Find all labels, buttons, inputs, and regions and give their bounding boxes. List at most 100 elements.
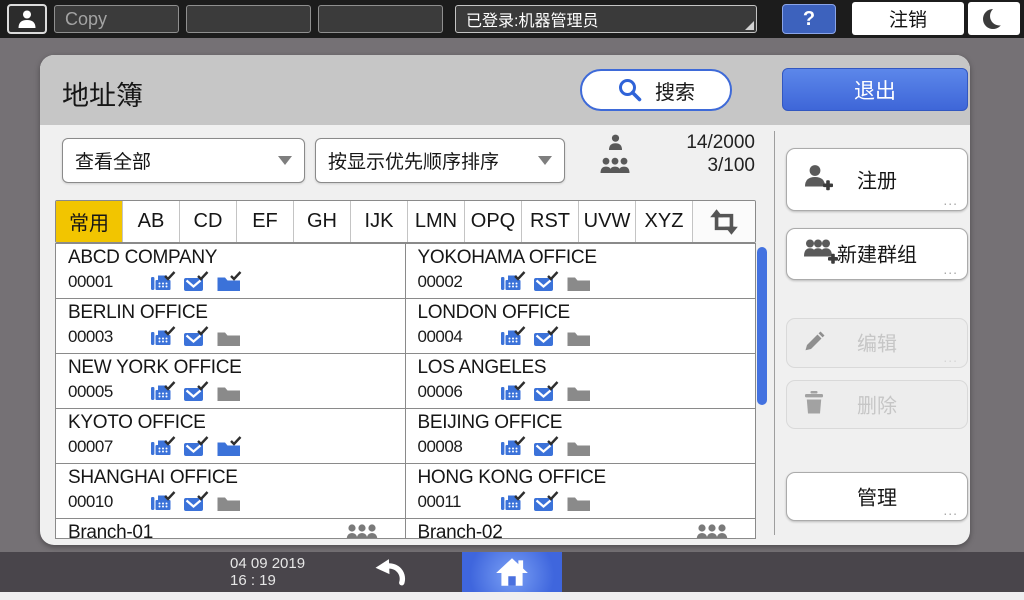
email-icon [184,436,209,456]
fax-icon [151,436,176,455]
user-count: 14/2000 [686,131,755,153]
letter-tab[interactable]: EF [236,201,293,242]
sort-order-dropdown[interactable]: 按显示优先顺序排序 [315,138,565,183]
contact-list-item[interactable]: YOKOHAMA OFFICE 00002 [405,244,755,299]
page-title: 地址簿 [62,81,143,111]
letter-tab[interactable]: RST [521,201,578,242]
contact-name: SHANGHAI OFFICE [68,467,238,488]
folder-icon [567,442,590,456]
vertical-divider [774,131,775,535]
datetime-display: 04 09 2019 16 : 19 [230,555,305,589]
folder-icon [567,332,590,346]
function-key-2[interactable] [186,5,311,33]
new-group-button[interactable]: 新建群组 ... [786,228,968,280]
fax-icon [151,271,176,290]
email-icon [184,326,209,346]
search-button[interactable]: 搜索 [580,69,732,111]
letter-tab[interactable]: CD [179,201,236,242]
back-button[interactable] [352,552,428,592]
contact-list-item[interactable]: LONDON OFFICE 00004 [405,299,755,354]
contact-list-item[interactable]: KYOTO OFFICE 00007 [56,409,406,464]
contact-id: 00008 [417,437,463,456]
contact-name: LONDON OFFICE [417,302,571,323]
letter-tab[interactable]: LMN [407,201,464,242]
letter-tab[interactable]: UVW [578,201,635,242]
switch-order-button[interactable] [692,201,755,242]
group-badge-icon [346,524,377,538]
scrollbar-thumb[interactable] [757,247,767,405]
contact-list-item[interactable]: ABCD COMPANY 00001 [56,244,406,299]
register-label: 注册 [857,169,897,192]
manage-button[interactable]: 管理 ... [786,472,968,521]
folder-icon [217,436,242,456]
group-count: 3/100 [707,154,755,176]
function-key-copy[interactable]: Copy [54,5,179,33]
search-label: 搜索 [655,81,695,104]
email-icon [184,381,209,401]
view-filter-dropdown[interactable]: 查看全部 [62,138,305,183]
contact-id: 00003 [68,327,113,346]
contact-name: BERLIN OFFICE [68,302,208,323]
user-login-button[interactable] [7,4,47,34]
screen-bezel-strip [0,592,1024,600]
switch-order-icon [710,208,738,235]
contact-list-item[interactable]: HONG KONG OFFICE 00011 [405,464,755,519]
folder-icon [217,271,242,291]
more-marker: ... [943,349,958,365]
contact-list-item[interactable]: BERLIN OFFICE 00003 [56,299,406,354]
letter-tab[interactable]: AB [122,201,179,242]
contact-list-item[interactable]: SHANGHAI OFFICE 00010 [56,464,406,519]
help-button[interactable]: ? [782,4,836,34]
contact-name: KYOTO OFFICE [68,412,206,433]
contact-sub: 00003 [68,326,395,348]
fax-icon [151,491,176,510]
fax-icon [500,436,525,455]
email-icon [533,436,558,456]
contact-list-item[interactable]: BEIJING OFFICE 00008 [405,409,755,464]
contact-sub: 00005 [68,381,395,403]
contact-list-item[interactable]: Branch-02 [406,519,756,538]
energy-saver-button[interactable] [968,2,1020,35]
email-icon [184,491,209,511]
home-button[interactable] [462,552,562,592]
contact-sub: 00010 [68,491,395,513]
more-marker: ... [943,192,958,208]
email-icon [184,271,209,291]
register-button[interactable]: 注册 ... [786,148,968,211]
delete-button[interactable]: 删除 [786,380,968,429]
letter-tab[interactable]: GH [293,201,350,242]
folder-icon [567,497,590,511]
fax-icon [500,326,525,345]
contact-id: 00002 [417,272,463,291]
letter-tab[interactable]: IJK [350,201,407,242]
contact-name: LOS ANGELES [417,357,547,378]
chevron-down-icon [278,156,292,165]
contact-id: 00001 [68,272,113,291]
contact-list-item[interactable]: NEW YORK OFFICE 00005 [56,354,406,409]
fax-icon [500,381,525,400]
edit-button[interactable]: 编辑 ... [786,318,968,368]
letter-tab[interactable]: OPQ [464,201,521,242]
contact-list-item[interactable]: LOS ANGELES 00006 [405,354,755,409]
contact-sub: 00001 [68,271,395,293]
view-filter-value: 查看全部 [75,152,152,173]
contact-list-item[interactable]: Branch-01 [56,519,406,538]
exit-button[interactable]: 退出 [782,68,968,111]
bottom-nav-bar: 04 09 2019 16 : 19 [0,552,1024,592]
letter-tab[interactable]: XYZ [635,201,692,242]
contact-sub: 00004 [418,326,746,348]
login-status-dropdown[interactable]: 已登录:机器管理员 [455,5,757,33]
contact-sub: 00007 [68,436,395,458]
letter-tab[interactable]: 常用 [56,201,122,242]
dropdown-fold-icon [745,21,754,30]
contact-name: BEIJING OFFICE [417,412,563,433]
contact-name: ABCD COMPANY [68,247,218,268]
more-marker: ... [943,261,958,277]
delete-label: 删除 [857,394,897,417]
user-count-icon [608,134,622,150]
folder-icon [567,277,590,291]
more-marker: ... [943,502,958,518]
function-key-3[interactable] [318,5,443,33]
top-status-bar: Copy 已登录:机器管理员 ? 注销 [0,0,1024,38]
logout-button[interactable]: 注销 [852,2,964,35]
